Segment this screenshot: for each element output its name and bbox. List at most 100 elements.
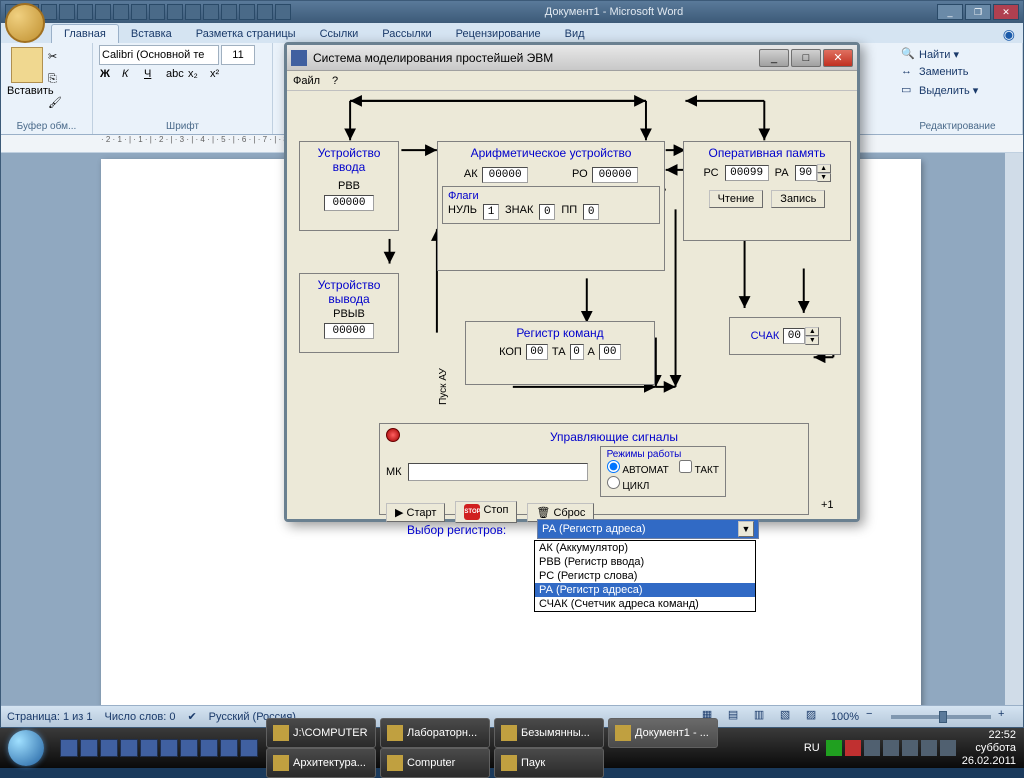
task-button[interactable]: Computer xyxy=(380,748,490,778)
zoom-in-button[interactable]: + xyxy=(997,707,1017,727)
sign-value[interactable]: 0 xyxy=(539,204,555,220)
volume-icon[interactable] xyxy=(940,740,956,756)
rs-value[interactable]: 00099 xyxy=(725,165,769,181)
qat-icon[interactable] xyxy=(239,4,255,20)
strike-button[interactable]: abc xyxy=(165,67,185,87)
close-button[interactable]: ✕ xyxy=(993,4,1019,20)
qat-icon[interactable] xyxy=(185,4,201,20)
mode-tact-check[interactable]: ТАКТ xyxy=(679,460,719,476)
qat-icon[interactable] xyxy=(221,4,237,20)
zoom-slider[interactable] xyxy=(891,715,991,719)
sim-close-button[interactable]: ✕ xyxy=(823,49,853,67)
qat-icon[interactable] xyxy=(131,4,147,20)
status-words[interactable]: Число слов: 0 xyxy=(105,711,176,723)
copy-icon[interactable]: ⎘ xyxy=(47,72,67,92)
ta-value[interactable]: 0 xyxy=(570,344,584,360)
task-button[interactable]: Архитектура... xyxy=(266,748,376,778)
underline-button[interactable]: Ч xyxy=(143,67,163,87)
schak-up-button[interactable]: ▲ xyxy=(805,327,819,336)
view-draft-icon[interactable]: ▨ xyxy=(805,707,825,727)
tab-review[interactable]: Рецензирование xyxy=(444,25,553,43)
qat-icon[interactable] xyxy=(275,4,291,20)
qat-icon[interactable] xyxy=(257,4,273,20)
ql-icon[interactable] xyxy=(60,739,78,757)
ql-icon[interactable] xyxy=(100,739,118,757)
rvyv-value[interactable]: 00000 xyxy=(324,323,374,339)
clock[interactable]: 22:52 суббота 26.02.2011 xyxy=(962,729,1016,768)
tab-mailings[interactable]: Рассылки xyxy=(370,25,443,43)
superscript-icon[interactable] xyxy=(77,4,93,20)
task-button[interactable]: Безымянны... xyxy=(494,718,604,748)
tray-icon[interactable] xyxy=(902,740,918,756)
vertical-scrollbar[interactable] xyxy=(1005,153,1023,705)
status-proofing[interactable]: ✔ xyxy=(187,710,196,723)
write-button[interactable]: Запись xyxy=(771,190,825,208)
ro-value[interactable]: 00000 xyxy=(592,167,638,183)
read-button[interactable]: Чтение xyxy=(709,190,764,208)
tab-view[interactable]: Вид xyxy=(553,25,597,43)
ql-icon[interactable] xyxy=(160,739,178,757)
zoom-value[interactable]: 100% xyxy=(831,711,859,723)
tab-home[interactable]: Главная xyxy=(51,24,119,43)
office-button[interactable] xyxy=(5,3,45,43)
mode-cycle-radio[interactable]: ЦИКЛ xyxy=(607,481,650,492)
rbb-value[interactable]: 00000 xyxy=(324,195,374,211)
a-value[interactable]: 00 xyxy=(599,344,621,360)
mode-auto-radio[interactable]: АВТОМАТ xyxy=(607,460,669,476)
help-icon[interactable]: ◉ xyxy=(1003,26,1015,43)
replace-button[interactable]: ↔Заменить xyxy=(899,63,1016,81)
pp-value[interactable]: 0 xyxy=(583,204,599,220)
minimize-button[interactable]: _ xyxy=(937,4,963,20)
ql-icon[interactable] xyxy=(140,739,158,757)
qat-icon[interactable] xyxy=(149,4,165,20)
schak-down-button[interactable]: ▼ xyxy=(805,336,819,345)
cut-icon[interactable]: ✂ xyxy=(47,49,67,69)
format-painter-icon[interactable]: 🖌 xyxy=(47,95,67,115)
menu-file[interactable]: Файл xyxy=(293,75,320,87)
find-button[interactable]: 🔍Найти ▾ xyxy=(899,45,1016,63)
ql-icon[interactable] xyxy=(120,739,138,757)
ra-spinner[interactable]: 90▲▼ xyxy=(795,164,831,182)
schak-spinner[interactable]: 00▲▼ xyxy=(783,327,819,345)
paste-button[interactable]: Вставить xyxy=(7,45,47,105)
zoom-out-button[interactable]: − xyxy=(865,707,885,727)
superscript-button[interactable]: x² xyxy=(209,67,229,87)
qat-icon[interactable] xyxy=(167,4,183,20)
task-button[interactable]: J:\COMPUTER xyxy=(266,718,376,748)
status-page[interactable]: Страница: 1 из 1 xyxy=(7,711,93,723)
stop-button[interactable]: STOP Стоп xyxy=(455,501,517,523)
ra-up-button[interactable]: ▲ xyxy=(817,164,831,173)
schak-value[interactable]: 00 xyxy=(783,328,805,344)
pi-icon[interactable] xyxy=(59,4,75,20)
ra-down-button[interactable]: ▼ xyxy=(817,173,831,182)
sim-maximize-button[interactable]: □ xyxy=(791,49,821,67)
tray-icon[interactable] xyxy=(826,740,842,756)
tray-icon[interactable] xyxy=(921,740,937,756)
font-name-select[interactable] xyxy=(99,45,219,65)
maximize-button[interactable]: ❐ xyxy=(965,4,991,20)
menu-help[interactable]: ? xyxy=(332,75,338,87)
ql-icon[interactable] xyxy=(80,739,98,757)
tab-layout[interactable]: Разметка страницы xyxy=(184,25,308,43)
tray-icon[interactable] xyxy=(883,740,899,756)
subscript-button[interactable]: x₂ xyxy=(187,67,207,87)
task-button[interactable]: Паук xyxy=(494,748,604,778)
sim-titlebar[interactable]: Система моделирования простейшей ЭВМ _ □… xyxy=(287,45,857,71)
register-select[interactable]: РА (Регистр адреса) ▼ xyxy=(537,519,759,539)
ql-icon[interactable] xyxy=(180,739,198,757)
task-button[interactable]: Документ1 - ... xyxy=(608,718,718,748)
ql-icon[interactable] xyxy=(220,739,238,757)
sim-minimize-button[interactable]: _ xyxy=(759,49,789,67)
dd-option-ak[interactable]: АК (Аккумулятор) xyxy=(535,541,755,555)
font-size-select[interactable] xyxy=(221,45,255,65)
task-button[interactable]: Лабораторн... xyxy=(380,718,490,748)
ra-value[interactable]: 90 xyxy=(795,165,817,181)
subscript-icon[interactable] xyxy=(95,4,111,20)
mk-field[interactable] xyxy=(408,463,588,481)
qat-icon[interactable] xyxy=(113,4,129,20)
bold-button[interactable]: Ж xyxy=(99,67,119,87)
tab-insert[interactable]: Вставка xyxy=(119,25,184,43)
null-value[interactable]: 1 xyxy=(483,204,499,220)
start-button[interactable]: ▶ Старт xyxy=(386,503,445,522)
start-button[interactable] xyxy=(0,728,54,768)
